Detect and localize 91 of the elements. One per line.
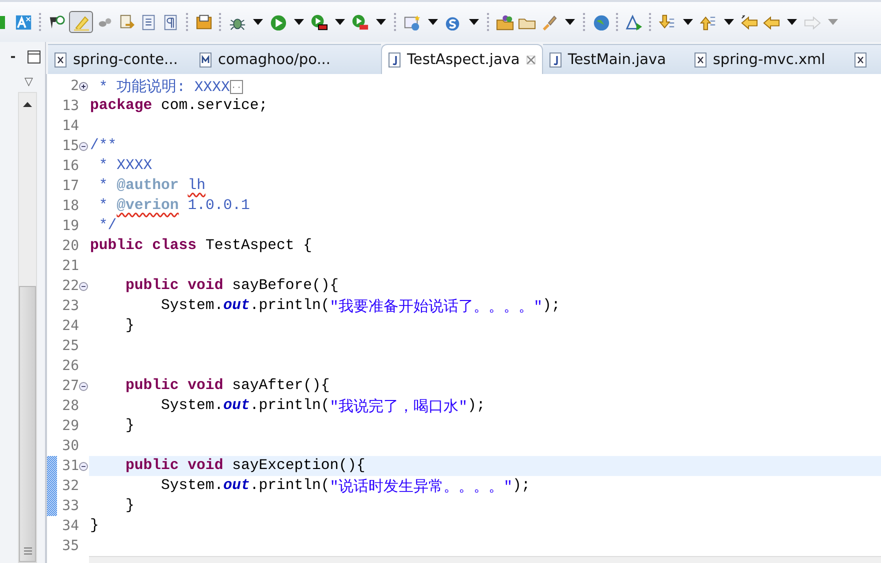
play-stop-icon [310,12,328,32]
arrow-left-icon [740,12,758,32]
clipboard-icon [195,12,213,32]
caret-icon [428,19,438,25]
line-number: 28 [62,398,79,414]
code-line: * 功能说明: XXXX.. [98,78,243,96]
code-line: } [124,417,134,436]
caret-icon [334,19,344,25]
line-number: 24 [62,318,79,334]
editor-tab[interactable]: TestAspect.java [381,44,543,74]
caret-icon [294,19,304,25]
arrow-down-document-icon [658,12,676,32]
editor-tab[interactable] [848,44,881,74]
line-number: 18 [62,198,79,214]
code-line: /** [90,137,117,156]
globe-icon [592,12,610,32]
editor-tab[interactable]: comaghoo/po... [193,44,381,74]
xml-file-icon [694,52,707,68]
line-number: 19 [62,218,79,234]
scrollbar-thumb[interactable] [19,286,36,562]
line-number: 31 [62,458,79,474]
code-line: public void sayAfter(){ [124,377,330,396]
line-number: 13 [62,98,79,114]
window-globe-icon [403,12,421,32]
collapse-icon[interactable] [79,382,88,390]
line-number: 27 [62,378,79,394]
line-number: 16 [62,158,79,174]
line-number: 2 [70,78,79,94]
line-number: 20 [62,238,79,254]
scroll-up-icon [23,102,32,106]
collapse-icon[interactable] [79,142,88,150]
code-line: package com.service; [90,97,268,116]
editor-tab[interactable]: spring-mvc.xml [688,44,848,74]
editor-tab[interactable]: spring-conte... [48,44,193,74]
xml-file-icon [854,52,867,68]
line-number: 25 [62,338,79,354]
line-number: 26 [62,358,79,374]
caret-icon [564,19,574,25]
code-line: public class TestAspect { [90,237,312,256]
line-number: 34 [62,518,79,534]
code-line: public void sayBefore(){ [124,277,339,296]
code-line: } [90,517,99,536]
line-number: 35 [62,538,79,554]
maximize-icon [27,50,41,64]
code-line: System.out.println("说话时发生异常。。。。"); [160,477,530,496]
play-toolbox-icon [351,12,369,32]
code-line: System.out.println("我说完了，喝口水"); [160,397,486,416]
code-line: * @author lh [98,177,206,196]
line-number: 23 [62,298,79,314]
triangle-play-icon [625,12,643,32]
code-line: * @verion 1.0.0.1 [98,197,250,216]
expand-icon[interactable] [79,82,88,90]
code-line: } [124,497,134,516]
close-icon [526,54,536,64]
caret-icon [376,19,386,25]
line-number: 30 [62,438,79,454]
line-number: 32 [62,478,79,494]
line-number: 21 [62,258,79,274]
line-number: 14 [62,118,79,134]
maven-file-icon [199,52,212,68]
caret-icon [252,19,262,25]
brush-icon [540,12,558,32]
code-line: System.out.println("我要准备开始说话了。。。。"); [160,297,560,316]
view-menu-button[interactable]: ▽ [0,72,45,92]
scrollbar[interactable] [18,92,37,563]
editor-tab[interactable]: TestMain.java [542,44,688,74]
caret-icon [786,19,796,25]
font-icon [15,12,33,32]
collapse-icon[interactable] [79,462,88,470]
horizontal-scrollbar[interactable] [89,556,881,563]
line-number: 29 [62,418,79,434]
code-line: * XXXX [98,157,152,176]
caret-icon [724,19,734,25]
code-line: } [124,317,134,336]
java-file-icon [548,52,562,68]
grip-icon [24,547,32,555]
java-file-icon [388,52,401,68]
line-number: 17 [62,178,79,194]
line-number: 22 [62,278,79,294]
play-icon [269,12,287,32]
folder-icon [496,12,514,32]
line-number: 33 [62,498,79,514]
collapse-icon[interactable] [79,282,88,290]
caret-icon [468,19,478,25]
line-number: 15 [62,138,79,154]
code-line: */ [98,217,117,236]
tag-icon [48,12,66,32]
xml-file-icon [54,52,67,68]
caret-icon [828,19,838,25]
caret-icon [682,19,692,25]
code-line: public void sayException(){ [124,457,366,476]
